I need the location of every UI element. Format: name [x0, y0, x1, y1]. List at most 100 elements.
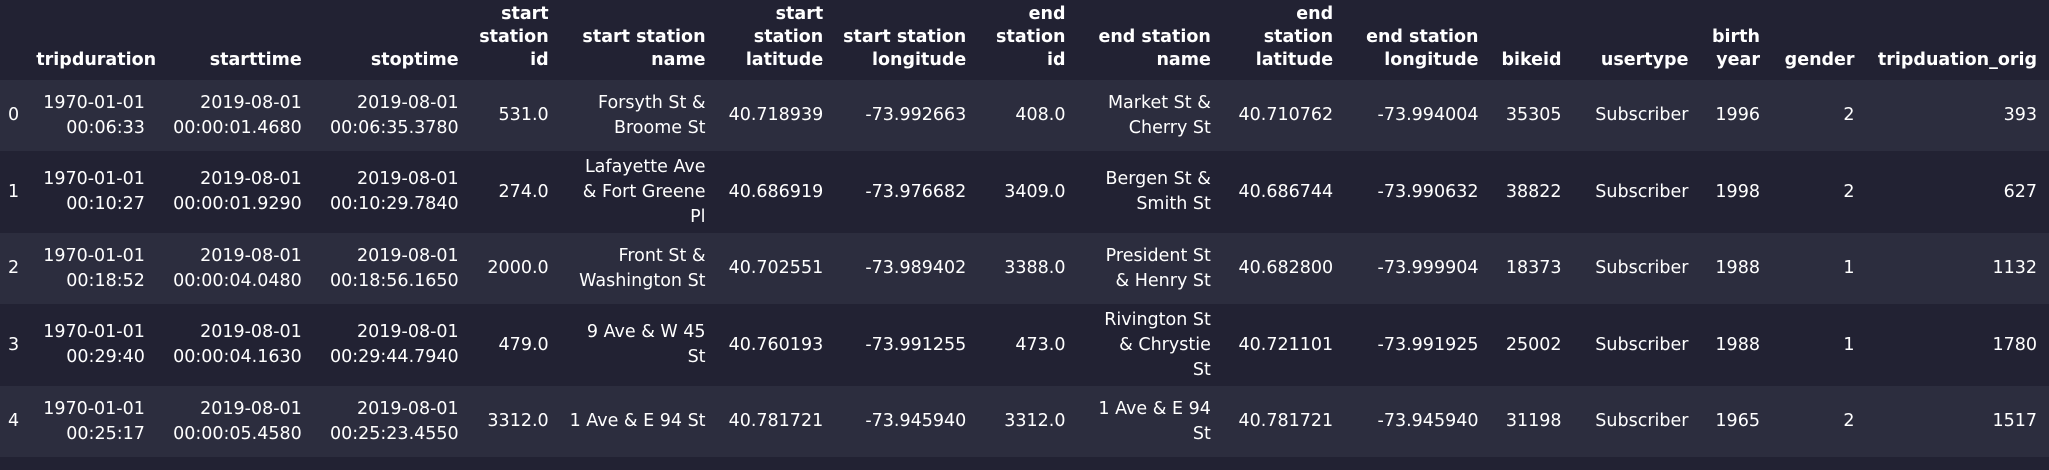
table-cell: -73.945940 — [865, 411, 967, 431]
table-cell: 274.0 — [498, 181, 549, 202]
table-cell: 2019-08-01 00:18:56.1650 — [329, 245, 459, 291]
table-cell: -73.990632 — [1377, 181, 1479, 202]
table-cell: -73.999904 — [1377, 258, 1479, 278]
column-header: bikeid — [1490, 0, 1574, 80]
table-cell: Subscriber — [1595, 334, 1689, 355]
table-header: tripduration starttime stoptime start statio… — [0, 0, 2049, 80]
table-cell: 1 — [1843, 258, 1855, 278]
table-row: 4 1970-01-01 00:25:17 2019-08-01 00:00:05.45… — [0, 386, 2049, 457]
table-row: 0 1970-01-01 00:06:33 2019-08-01 00:00:01.46… — [0, 80, 2049, 151]
table-cell: 2019-08-01 00:00:01.4680 — [173, 92, 302, 138]
table-cell: -73.991925 — [1377, 334, 1479, 355]
table-cell: 1 Ave & E 94 St — [569, 411, 706, 431]
table-cell: Front St & Washington St — [579, 245, 706, 291]
table-cell: 2019-08-01 00:00:05.4580 — [173, 398, 302, 444]
table-cell: 2019-08-01 00:00:01.9290 — [173, 169, 302, 214]
table-cell: 1970-01-01 00:29:40 — [43, 322, 145, 367]
table-cell: 2000.0 — [487, 258, 549, 278]
table-cell: 2019-08-01 00:00:04.1630 — [173, 322, 302, 367]
table-body: 0 1970-01-01 00:06:33 2019-08-01 00:00:01.46… — [0, 80, 2049, 457]
table-cell: 3409.0 — [1004, 181, 1066, 202]
row-index: 0 — [8, 105, 20, 125]
table-cell: 3388.0 — [1004, 258, 1066, 278]
dataframe-output: tripduration starttime stoptime start statio… — [0, 0, 2049, 470]
table-cell: Rivington St & Chrystie St — [1104, 309, 1211, 380]
table-cell: Subscriber — [1595, 258, 1689, 278]
row-index: 4 — [8, 411, 20, 431]
table-cell: 2 — [1843, 181, 1855, 202]
row-index: 1 — [8, 181, 20, 202]
column-header: start station name — [560, 0, 718, 80]
column-header: end station id — [978, 0, 1078, 80]
column-header: end station name — [1077, 0, 1223, 80]
table-cell: 3312.0 — [1004, 411, 1066, 431]
table-cell: 1 — [1843, 334, 1855, 355]
table-cell: 40.781721 — [1238, 411, 1334, 431]
table-cell: 1780 — [1992, 334, 2037, 355]
table-cell: 40.682800 — [1238, 258, 1334, 278]
column-header: starttime — [156, 0, 314, 80]
table-cell: 40.686744 — [1238, 181, 1334, 202]
table-cell: 393 — [2003, 105, 2037, 125]
column-header: start station id — [470, 0, 561, 80]
table-cell: 9 Ave & W 45 St — [586, 322, 706, 367]
table-cell: 40.721101 — [1238, 334, 1334, 355]
table-cell: 408.0 — [1015, 105, 1066, 125]
table-cell: 2 — [1843, 411, 1855, 431]
table-cell: 1996 — [1715, 105, 1760, 125]
table-cell: 31198 — [1505, 411, 1562, 431]
table-row: 1 1970-01-01 00:10:27 2019-08-01 00:00:01.92… — [0, 151, 2049, 233]
table-cell: -73.991255 — [865, 334, 967, 355]
table-row: 3 1970-01-01 00:29:40 2019-08-01 00:00:04.16… — [0, 304, 2049, 386]
table-cell: 2019-08-01 00:25:23.4550 — [329, 398, 459, 444]
table-cell: -73.945940 — [1377, 411, 1479, 431]
header-row: tripduration starttime stoptime start statio… — [0, 0, 2049, 80]
table-cell: 479.0 — [498, 334, 549, 355]
table-cell: 1517 — [1992, 411, 2037, 431]
table-cell: President St & Henry St — [1105, 245, 1211, 291]
column-header: start station longitude — [835, 0, 979, 80]
table-cell: 1970-01-01 00:18:52 — [43, 245, 145, 291]
table-cell: 1998 — [1715, 181, 1760, 202]
table-cell: Subscriber — [1595, 181, 1689, 202]
table-cell: 40.710762 — [1238, 105, 1334, 125]
table-cell: Subscriber — [1595, 411, 1689, 431]
table-cell: Lafayette Ave & Fort Greene Pl — [582, 156, 706, 227]
column-header: tripduration — [32, 0, 157, 80]
table-row: 2 1970-01-01 00:18:52 2019-08-01 00:00:04.04… — [0, 233, 2049, 304]
table-cell: Forsyth St & Broome St — [598, 92, 706, 138]
column-header: usertype — [1573, 0, 1701, 80]
table-cell: 2 — [1843, 105, 1855, 125]
table-cell: 35305 — [1505, 105, 1562, 125]
table-cell: 40.686919 — [728, 181, 824, 202]
table-cell: 25002 — [1505, 334, 1562, 355]
table-cell: 2019-08-01 00:10:29.7840 — [329, 169, 459, 214]
table-cell: 1970-01-01 00:06:33 — [43, 92, 145, 138]
table-cell: 627 — [2003, 181, 2037, 202]
column-header: birth year — [1700, 0, 1772, 80]
table-cell: 38822 — [1505, 181, 1562, 202]
table-cell: 2019-08-01 00:00:04.0480 — [173, 245, 302, 291]
table-cell: 1970-01-01 00:10:27 — [43, 169, 145, 214]
table-cell: 2019-08-01 00:06:35.3780 — [329, 92, 459, 138]
table-cell: 40.760193 — [728, 334, 824, 355]
table-cell: 40.702551 — [728, 258, 824, 278]
column-header: gender — [1771, 0, 1867, 80]
table-cell: 40.781721 — [728, 411, 824, 431]
table-cell: -73.989402 — [865, 258, 967, 278]
table-cell: 18373 — [1505, 258, 1562, 278]
index-header — [0, 0, 33, 80]
dataframe-table: tripduration starttime stoptime start statio… — [0, 0, 2049, 457]
table-cell: 1 Ave & E 94 St — [1098, 398, 1211, 444]
table-cell: 1988 — [1715, 334, 1760, 355]
column-header: end station latitude — [1222, 0, 1346, 80]
column-header: tripduation_orig — [1866, 0, 2049, 80]
table-cell: 1970-01-01 00:25:17 — [43, 398, 145, 444]
table-cell: Subscriber — [1595, 105, 1689, 125]
column-header: start station latitude — [717, 0, 836, 80]
table-cell: 40.718939 — [728, 105, 824, 125]
table-cell: -73.992663 — [865, 105, 967, 125]
table-cell: -73.976682 — [865, 181, 967, 202]
column-header: stoptime — [313, 0, 471, 80]
table-cell: 3312.0 — [487, 411, 549, 431]
